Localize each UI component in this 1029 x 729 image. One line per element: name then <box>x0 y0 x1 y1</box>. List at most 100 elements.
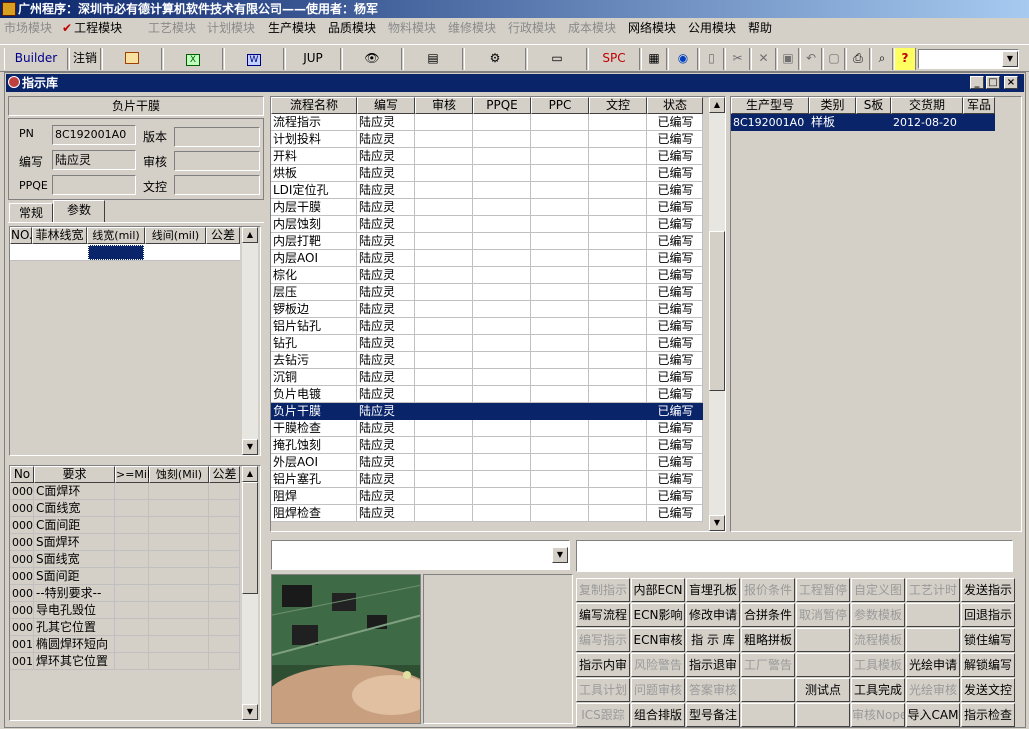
req-row[interactable]: 000 C面线宽 <box>10 500 240 517</box>
action-button-0-5[interactable]: 自定义图 <box>851 578 905 602</box>
flow-row[interactable]: 内层蚀刻 陆应灵 已编写 <box>271 216 703 233</box>
flow-header-control[interactable]: 文控 <box>589 97 647 114</box>
globe-icon[interactable]: ◉ <box>668 48 698 70</box>
req-row[interactable]: 000 孔其它位置 <box>10 619 240 636</box>
req-row[interactable]: 000 --特别要求-- <box>10 585 240 602</box>
scroll-down-icon[interactable]: ▼ <box>242 439 258 455</box>
menu-item-12[interactable]: 帮助 <box>748 20 772 36</box>
order-header-s[interactable]: S板 <box>856 97 891 114</box>
action-button-2-3[interactable]: 粗略拼板 <box>741 628 795 652</box>
menu-item-6[interactable]: 物料模块 <box>388 20 436 36</box>
menu-item-1[interactable]: ✔ 工程模块 <box>62 20 122 36</box>
flow-header-review[interactable]: 审核 <box>415 97 473 114</box>
order-header-date[interactable]: 交货期 <box>891 97 963 114</box>
scroll-thumb[interactable] <box>242 482 258 594</box>
action-button-2-0[interactable]: 编写指示 <box>576 628 630 652</box>
calendar-icon[interactable]: ▦ <box>641 48 667 70</box>
flow-header-ppc[interactable]: PPC <box>531 97 589 114</box>
flow-row[interactable]: 计划投料 陆应灵 已编写 <box>271 131 703 148</box>
action-button-0-4[interactable]: 工程暂停 <box>796 578 850 602</box>
flow-row[interactable]: 内层AOI 陆应灵 已编写 <box>271 250 703 267</box>
action-button-0-1[interactable]: 内部ECN <box>631 578 685 602</box>
action-button-1-7[interactable]: 回退指示 <box>961 603 1015 627</box>
param-header-film[interactable]: 菲林线宽 <box>32 227 87 244</box>
action-button-2-2[interactable]: 指 示 库 <box>686 628 740 652</box>
req-row[interactable]: 001 焊环其它位置 <box>10 653 240 670</box>
note-input[interactable] <box>576 540 1013 572</box>
flow-row[interactable]: 阻焊检查 陆应灵 已编写 <box>271 505 703 522</box>
flow-header-name[interactable]: 流程名称 <box>271 97 357 114</box>
action-button-2-7[interactable]: 锁住编写 <box>961 628 1015 652</box>
logout-button[interactable]: 注销 <box>69 48 101 70</box>
action-button-4-0[interactable]: 工具计划 <box>576 678 630 702</box>
order-header-mil[interactable]: 军品 <box>963 97 995 114</box>
help-icon[interactable]: ? <box>894 48 916 70</box>
action-button-5-4[interactable] <box>796 703 850 727</box>
req-header-req[interactable]: 要求 <box>34 466 115 483</box>
param-header-space[interactable]: 线间(mil) <box>145 227 206 244</box>
chevron-down-icon[interactable]: ▼ <box>1002 51 1018 67</box>
action-button-5-2[interactable]: 型号备注 <box>686 703 740 727</box>
scroll-up-icon[interactable]: ▲ <box>242 227 258 243</box>
flow-row[interactable]: 沉铜 陆应灵 已编写 <box>271 369 703 386</box>
action-button-1-3[interactable]: 合拼条件 <box>741 603 795 627</box>
menu-item-0[interactable]: 市场模块 <box>4 20 52 36</box>
builder-button[interactable]: Builder <box>4 48 68 70</box>
req-header-etch[interactable]: 蚀刻(Mil) <box>149 466 209 483</box>
menu-item-3[interactable]: 计划模块 <box>207 20 255 36</box>
version-field[interactable] <box>174 127 260 147</box>
flow-row[interactable]: LDI定位孔 陆应灵 已编写 <box>271 182 703 199</box>
action-button-1-4[interactable]: 取消暂停 <box>796 603 850 627</box>
calc-icon[interactable] <box>102 48 162 70</box>
flow-row[interactable]: 掩孔蚀刻 陆应灵 已编写 <box>271 437 703 454</box>
maximize-icon[interactable]: □ <box>986 76 1000 89</box>
action-button-4-3[interactable] <box>741 678 795 702</box>
menu-item-7[interactable]: 维修模块 <box>448 20 496 36</box>
scroll-down-icon[interactable]: ▼ <box>709 515 725 531</box>
excel-icon[interactable]: X <box>163 48 223 70</box>
flow-row[interactable]: 阻焊 陆应灵 已编写 <box>271 488 703 505</box>
action-button-3-0[interactable]: 指示内审 <box>576 653 630 677</box>
flow-row[interactable]: 锣板边 陆应灵 已编写 <box>271 301 703 318</box>
action-button-1-5[interactable]: 参数模板 <box>851 603 905 627</box>
flow-row[interactable]: 去钻污 陆应灵 已编写 <box>271 352 703 369</box>
eye-icon[interactable]: 👁 <box>342 48 402 70</box>
disk-icon[interactable]: ▣ <box>777 48 799 70</box>
action-button-5-0[interactable]: ICS跟踪 <box>576 703 630 727</box>
action-button-4-5[interactable]: 工具完成 <box>851 678 905 702</box>
action-button-0-7[interactable]: 发送指示 <box>961 578 1015 602</box>
review-field[interactable] <box>174 151 260 171</box>
req-row[interactable]: 000 C面焊环 <box>10 483 240 500</box>
action-button-5-6[interactable]: 导入CAM <box>906 703 960 727</box>
action-button-1-0[interactable]: 编写流程 <box>576 603 630 627</box>
flow-scrollbar[interactable]: ▲ ▼ <box>709 97 725 531</box>
action-button-3-5[interactable]: 工具模板 <box>851 653 905 677</box>
req-scrollbar[interactable]: ▲ ▼ <box>242 466 258 720</box>
menu-item-4[interactable]: 生产模块 <box>268 20 316 36</box>
flow-header-ppqe[interactable]: PPQE <box>473 97 531 114</box>
flow-row[interactable]: 铝片钻孔 陆应灵 已编写 <box>271 318 703 335</box>
writer-field[interactable]: 陆应灵 <box>52 150 136 170</box>
menu-item-10[interactable]: 网络模块 <box>628 20 676 36</box>
print-icon[interactable]: ⎙ <box>846 48 870 70</box>
cut-icon[interactable]: ✂ <box>725 48 750 70</box>
req-row[interactable]: 000 C面间距 <box>10 517 240 534</box>
printer-device-icon[interactable]: ▭ <box>527 48 587 70</box>
scroll-thumb[interactable] <box>709 231 725 391</box>
tab-general[interactable]: 常规 <box>9 203 53 223</box>
word-icon[interactable]: W <box>224 48 284 70</box>
scroll-up-icon[interactable]: ▲ <box>709 97 725 113</box>
control-field[interactable] <box>174 175 260 195</box>
action-button-5-1[interactable]: 组合排版 <box>631 703 685 727</box>
req-header-min[interactable]: >=Mil <box>115 466 150 483</box>
action-button-2-6[interactable] <box>906 628 960 652</box>
undo-icon[interactable]: ↶ <box>800 48 822 70</box>
action-button-5-7[interactable]: 指示检查 <box>961 703 1015 727</box>
flow-combo[interactable]: ▼ <box>271 540 570 570</box>
delete-icon[interactable]: ✕ <box>751 48 776 70</box>
flow-row[interactable]: 钻孔 陆应灵 已编写 <box>271 335 703 352</box>
copy-icon[interactable]: ▢ <box>823 48 845 70</box>
action-button-4-4[interactable]: 测试点 <box>796 678 850 702</box>
flow-row[interactable]: 干膜检查 陆应灵 已编写 <box>271 420 703 437</box>
action-button-0-0[interactable]: 复制指示 <box>576 578 630 602</box>
